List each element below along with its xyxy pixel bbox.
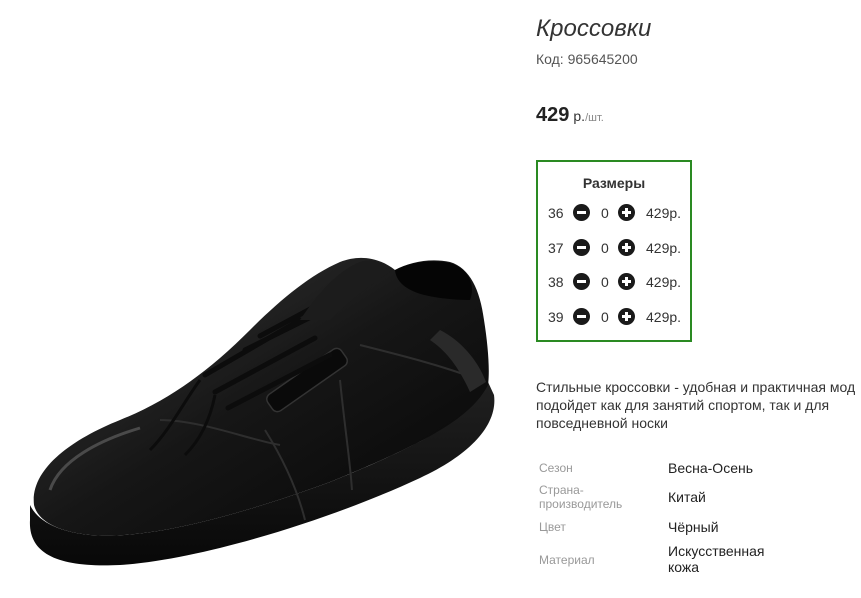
size-row: 37 0 429р. — [548, 238, 688, 258]
plus-icon-vertical — [625, 312, 628, 321]
description-line: Стильные кроссовки - удобная и практична… — [536, 379, 856, 395]
size-row: 39 0 429р. — [548, 307, 688, 327]
description-line: подойдет как для занятий спортом, так и … — [536, 397, 830, 413]
property-value: Весна-Осень — [668, 460, 754, 476]
plus-button[interactable] — [618, 239, 635, 256]
product-title: Кроссовки — [536, 15, 652, 42]
product-page: Кроссовки Код: 965645200 429 р./шт. Разме… — [0, 0, 861, 598]
description-line: повседневной носки — [536, 415, 668, 431]
property-value: Китай — [668, 489, 706, 505]
property-label-line: Страна- — [539, 483, 584, 497]
plus-icon-vertical — [625, 243, 628, 252]
quantity-value: 0 — [601, 240, 609, 256]
size-number: 39 — [548, 309, 564, 325]
size-number: 36 — [548, 205, 564, 221]
size-price: 429р. — [646, 240, 682, 256]
product-photo — [0, 0, 520, 598]
product-code: Код: 965645200 — [536, 51, 638, 67]
size-row: 36 0 429р. — [548, 203, 688, 223]
price-value: 429 — [536, 104, 570, 126]
product-info: Кроссовки Код: 965645200 429 р./шт. Разме… — [536, 0, 861, 598]
property-value: Чёрный — [668, 519, 719, 535]
minus-icon — [577, 280, 586, 283]
plus-button[interactable] — [618, 308, 635, 325]
size-number: 38 — [548, 274, 564, 290]
minus-button[interactable] — [573, 273, 590, 290]
quantity-value: 0 — [601, 309, 609, 325]
minus-icon — [577, 211, 586, 214]
property-label-line: производитель — [539, 497, 623, 511]
sizes-box: Размеры 36 0 429р. 37 0 429р. 38 0 429р.… — [536, 160, 692, 342]
property-value: Искусственная кожа — [668, 543, 798, 575]
minus-button[interactable] — [573, 308, 590, 325]
plus-icon-vertical — [625, 208, 628, 217]
price-unit: /шт. — [585, 112, 604, 124]
property-label: Цвет — [539, 520, 566, 534]
minus-button[interactable] — [573, 204, 590, 221]
plus-button[interactable] — [618, 204, 635, 221]
property-label: Материал — [539, 553, 595, 567]
minus-icon — [577, 315, 586, 318]
quantity-value: 0 — [601, 205, 609, 221]
property-value-line: Искусственная — [668, 543, 765, 559]
price: 429 р./шт. — [536, 104, 604, 127]
plus-button[interactable] — [618, 273, 635, 290]
plus-icon-vertical — [625, 277, 628, 286]
minus-icon — [577, 246, 586, 249]
minus-button[interactable] — [573, 239, 590, 256]
size-row: 38 0 429р. — [548, 272, 688, 292]
price-currency: р. — [573, 108, 586, 124]
property-value-line: кожа — [668, 559, 700, 575]
quantity-value: 0 — [601, 274, 609, 290]
product-description: Стильные кроссовки - удобная и практична… — [536, 378, 861, 432]
property-label: Сезон — [539, 461, 573, 475]
size-number: 37 — [548, 240, 564, 256]
shoe-image — [29, 257, 495, 566]
size-price: 429р. — [646, 309, 682, 325]
sizes-title: Размеры — [582, 175, 646, 191]
property-label: Страна- производитель — [539, 483, 649, 511]
size-price: 429р. — [646, 274, 682, 290]
size-price: 429р. — [646, 205, 682, 221]
